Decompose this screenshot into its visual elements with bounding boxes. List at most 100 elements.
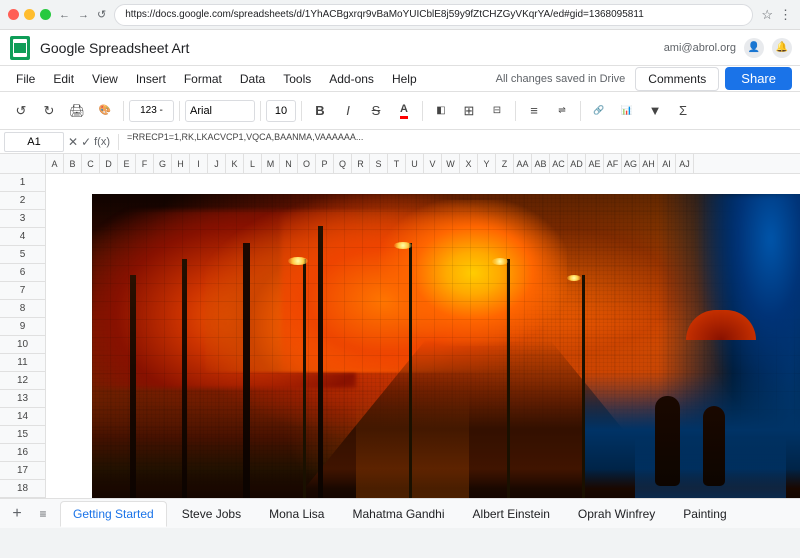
insert-chart-button[interactable]: 📊 [614, 98, 640, 124]
user-email: ami@abrol.org [664, 42, 736, 54]
user-avatar[interactable]: 👤 [744, 38, 764, 58]
col-header-E: E [118, 154, 136, 173]
menu-edit[interactable]: Edit [45, 70, 82, 88]
formula-content[interactable]: =RRECP1=1,RK,LKACVCP1,VQCA,BAANMA,VAAAAA… [127, 132, 796, 152]
row-number-14: 14 [0, 408, 45, 426]
menu-insert[interactable]: Insert [128, 70, 174, 88]
italic-button[interactable]: I [335, 98, 361, 124]
col-header-K: K [226, 154, 244, 173]
col-header-AD: AD [568, 154, 586, 173]
col-header-A: A [46, 154, 64, 173]
col-header-S: S [370, 154, 388, 173]
tab-getting-started[interactable]: Getting Started [60, 501, 167, 527]
col-header-F: F [136, 154, 154, 173]
col-header-B: B [64, 154, 82, 173]
settings-icon[interactable]: ⋮ [779, 7, 792, 23]
app-favicon [8, 36, 32, 60]
sheet-menu-button[interactable]: ≡ [30, 501, 56, 527]
function-insert[interactable]: f(x) [94, 136, 110, 148]
back-icon[interactable]: ← [59, 9, 70, 21]
col-header-AJ: AJ [676, 154, 694, 173]
redo-button[interactable]: ↻ [36, 98, 62, 124]
font-name-selector[interactable]: Arial [185, 100, 255, 122]
url-bar[interactable]: https://docs.google.com/spreadsheets/d/1… [125, 9, 742, 20]
strikethrough-button[interactable]: S [363, 98, 389, 124]
row-number-8: 8 [0, 300, 45, 318]
share-button[interactable]: Share [725, 67, 792, 90]
row-number-11: 11 [0, 354, 45, 372]
row-number-3: 3 [0, 210, 45, 228]
row-number-15: 15 [0, 426, 45, 444]
cell-reference[interactable]: A1 [4, 132, 64, 152]
tab-painting[interactable]: Painting [670, 501, 739, 527]
col-header-AF: AF [604, 154, 622, 173]
col-header-AB: AB [532, 154, 550, 173]
col-header-AI: AI [658, 154, 676, 173]
notifications-icon[interactable]: 🔔 [772, 38, 792, 58]
formula-cancel[interactable]: ✕ [68, 135, 78, 149]
merge-cells-button[interactable]: ⊟ [484, 98, 510, 124]
menu-format[interactable]: Format [176, 70, 230, 88]
insert-link-button[interactable]: 🔗 [586, 98, 612, 124]
tab-mahatma-gandhi[interactable]: Mahatma Gandhi [339, 501, 457, 527]
function-button[interactable]: Σ [670, 98, 696, 124]
row-number-18: 18 [0, 480, 45, 498]
menu-tools[interactable]: Tools [275, 70, 319, 88]
reload-icon[interactable]: ↺ [97, 8, 106, 21]
col-header-X: X [460, 154, 478, 173]
formula-confirm[interactable]: ✓ [81, 135, 91, 149]
col-header-G: G [154, 154, 172, 173]
tab-albert-einstein[interactable]: Albert Einstein [460, 501, 563, 527]
col-header-V: V [424, 154, 442, 173]
bold-button[interactable]: B [307, 98, 333, 124]
row-number-2: 2 [0, 192, 45, 210]
auto-save-status: All changes saved in Drive [496, 73, 626, 85]
insert-filter-button[interactable]: ▼ [642, 98, 668, 124]
menu-data[interactable]: Data [232, 70, 273, 88]
col-header-W: W [442, 154, 460, 173]
menu-view[interactable]: View [84, 70, 126, 88]
col-header-AA: AA [514, 154, 532, 173]
align-left-button[interactable]: ≡ [521, 98, 547, 124]
menu-file[interactable]: File [8, 70, 43, 88]
tab-mona-lisa[interactable]: Mona Lisa [256, 501, 337, 527]
col-header-N: N [280, 154, 298, 173]
print-button[interactable]: 🖨 [64, 98, 90, 124]
col-header-AE: AE [586, 154, 604, 173]
menu-bar: File Edit View Insert Format Data Tools … [0, 66, 800, 92]
bookmark-icon[interactable]: ☆ [761, 7, 773, 23]
column-headers: ABCDEFGHIJKLMNOPQRSTUVWXYZAAABACADAEAFAG… [0, 154, 800, 174]
font-size-selector[interactable]: 10 [266, 100, 296, 122]
col-header-H: H [172, 154, 190, 173]
menu-addons[interactable]: Add-ons [321, 70, 382, 88]
forward-icon[interactable]: → [78, 9, 89, 21]
col-header-J: J [208, 154, 226, 173]
row-number-13: 13 [0, 390, 45, 408]
row-number-1: 1 [0, 174, 45, 192]
undo-button[interactable]: ↺ [8, 98, 34, 124]
col-header-O: O [298, 154, 316, 173]
col-header-P: P [316, 154, 334, 173]
col-header-Q: Q [334, 154, 352, 173]
text-wrap-button[interactable]: ⇌ [549, 98, 575, 124]
row-number-4: 4 [0, 228, 45, 246]
comments-button[interactable]: Comments [635, 67, 719, 91]
zoom-selector[interactable]: 123 - [129, 100, 174, 122]
col-header-AC: AC [550, 154, 568, 173]
add-sheet-button[interactable]: + [4, 501, 30, 527]
col-header-U: U [406, 154, 424, 173]
col-header-Y: Y [478, 154, 496, 173]
borders-button[interactable]: ⊞ [456, 98, 482, 124]
col-header-M: M [262, 154, 280, 173]
tab-oprah-winfrey[interactable]: Oprah Winfrey [565, 501, 668, 527]
paint-format-button[interactable]: 🎨 [92, 98, 118, 124]
row-number-17: 17 [0, 462, 45, 480]
fill-color-button[interactable]: ◧ [428, 98, 454, 124]
text-color-button[interactable]: A [391, 98, 417, 124]
toolbar: ↺ ↻ 🖨 🎨 123 - Arial 10 B I S A ◧ ⊞ ⊟ ≡ ⇌… [0, 92, 800, 130]
menu-help[interactable]: Help [384, 70, 425, 88]
spreadsheet-painting [92, 194, 800, 498]
sheet-tabs: + ≡ Getting Started Steve Jobs Mona Lisa… [0, 498, 800, 528]
spreadsheet-area: ABCDEFGHIJKLMNOPQRSTUVWXYZAAABACADAEAFAG… [0, 154, 800, 528]
tab-steve-jobs[interactable]: Steve Jobs [169, 501, 254, 527]
